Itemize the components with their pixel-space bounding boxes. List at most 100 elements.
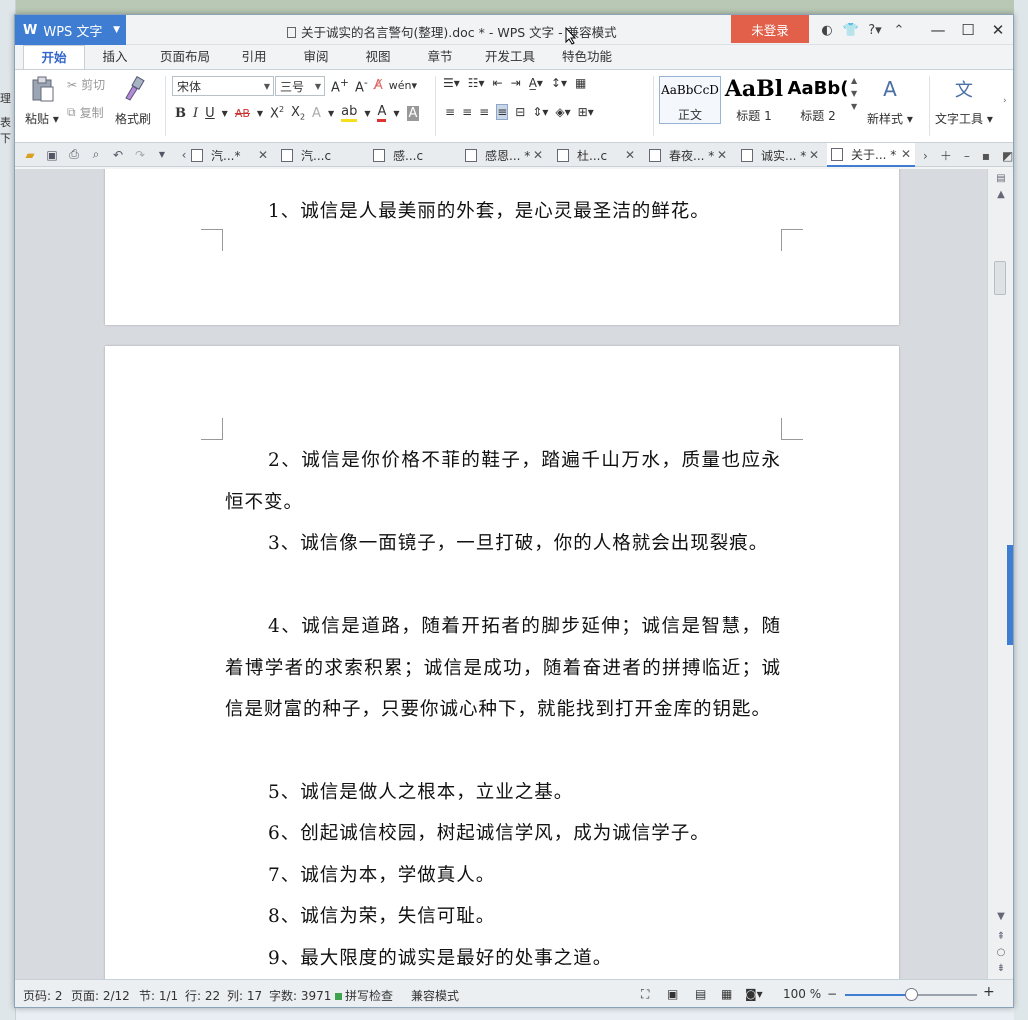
table-grid-icon[interactable]: ▦: [575, 76, 586, 90]
line-spacing-icon[interactable]: ⇕▾: [532, 105, 548, 119]
zoom-level[interactable]: 100 %: [783, 987, 821, 1001]
paragraph[interactable]: 1、诚信是人最美丽的外套，是心灵最圣洁的鲜花。: [225, 191, 781, 233]
scroll-down-icon[interactable]: ▼: [988, 911, 1013, 922]
scroll-up-icon[interactable]: ▲: [988, 189, 1013, 200]
page[interactable]: 2、诚信是你价格不菲的鞋子，踏遍千山万水，质量也应永恒不变。 3、诚信像一面镜子…: [105, 346, 899, 981]
print-preview-icon[interactable]: ⌕: [87, 147, 105, 162]
page-view-icon[interactable]: ▣: [667, 987, 678, 1001]
doc-tab-active[interactable]: 关于... * ✕: [827, 143, 915, 167]
superscript-icon[interactable]: X2: [270, 105, 284, 121]
minimize-button[interactable]: —: [923, 15, 953, 45]
italic-icon[interactable]: I: [193, 106, 198, 121]
paragraph[interactable]: 8、诚信为荣，失信可耻。: [225, 896, 781, 938]
shrink-font-icon[interactable]: A-: [355, 76, 368, 95]
font-name-select[interactable]: 宋体 ▼: [172, 76, 274, 96]
maximize-button[interactable]: ☐: [953, 15, 983, 45]
outline-view-icon[interactable]: ▤: [695, 987, 706, 1001]
align-left-icon[interactable]: ≡: [445, 105, 455, 119]
doc-tab[interactable]: 感...c: [373, 143, 423, 167]
side-panel-handle[interactable]: [1007, 545, 1013, 645]
doc-tab[interactable]: 杜...c ✕: [557, 143, 635, 167]
numbered-list-icon[interactable]: ☷▾: [468, 76, 485, 90]
bold-icon[interactable]: B: [175, 106, 186, 121]
subscript-icon[interactable]: X2: [291, 105, 305, 122]
doc-tab[interactable]: 汽...* ✕: [191, 143, 268, 167]
font-color-icon[interactable]: A: [377, 104, 387, 122]
split-view-icon[interactable]: ▤: [988, 173, 1013, 184]
text-effect-icon[interactable]: A: [312, 106, 321, 121]
previous-page-icon[interactable]: ⇞: [988, 931, 1013, 942]
page[interactable]: 1、诚信是人最美丽的外套，是心灵最圣洁的鲜花。: [105, 169, 899, 325]
collapse-ribbon-icon[interactable]: ⌃: [887, 23, 911, 38]
style-heading1[interactable]: AaBl 标题 1: [723, 76, 785, 124]
paragraph[interactable]: 3、诚信像一面镜子，一旦打破，你的人格就会出现裂痕。: [225, 523, 781, 565]
paragraph[interactable]: 9、最大限度的诚实是最好的处事之道。: [225, 938, 781, 980]
tab-chapter[interactable]: 章节: [407, 45, 473, 69]
doc-tab[interactable]: 诚实... * ✕: [741, 143, 819, 167]
paragraph[interactable]: 7、诚信为本，学做真人。: [225, 855, 781, 897]
next-page-icon[interactable]: ⇟: [988, 963, 1013, 974]
chevron-up-icon[interactable]: ▲: [851, 76, 857, 85]
full-screen-icon[interactable]: ⛶: [641, 987, 649, 1002]
new-style-button[interactable]: A 新样式 ▾: [867, 76, 913, 127]
bullet-list-icon[interactable]: ☰▾: [443, 76, 460, 90]
more-icon[interactable]: ▼: [851, 102, 857, 111]
tab-page-layout[interactable]: 页面布局: [145, 45, 225, 69]
tab-developer[interactable]: 开发工具: [473, 45, 547, 69]
chevron-down-icon[interactable]: ▼: [364, 109, 370, 118]
quick-access-dropdown-icon[interactable]: ▼: [153, 150, 171, 159]
zoom-in-icon[interactable]: +: [983, 984, 995, 1000]
chevron-down-icon[interactable]: ▼: [222, 109, 228, 118]
minimize-tab-icon[interactable]: –: [964, 149, 970, 163]
close-icon[interactable]: ✕: [258, 148, 268, 162]
text-direction-icon[interactable]: A̲▾: [529, 76, 543, 90]
new-tab-icon[interactable]: ＋: [940, 147, 952, 164]
paragraph[interactable]: 5、诚信是做人之根本，立业之基。: [225, 772, 781, 814]
open-folder-icon[interactable]: ▰: [21, 148, 39, 162]
grow-font-icon[interactable]: A+: [331, 76, 349, 95]
document-canvas[interactable]: 1、诚信是人最美丽的外套，是心灵最圣洁的鲜花。 2、诚信是你价格不菲的鞋子，踏遍…: [15, 169, 987, 981]
close-icon[interactable]: ✕: [533, 148, 543, 162]
clear-format-icon[interactable]: A̸: [374, 78, 383, 93]
tab-review[interactable]: 审阅: [283, 45, 349, 69]
format-painter-button[interactable]: 格式刷: [115, 76, 151, 127]
decrease-indent-icon[interactable]: ⇤: [493, 76, 503, 90]
chevron-down-icon[interactable]: ▼: [393, 109, 399, 118]
shirt-icon[interactable]: 👕: [839, 23, 863, 38]
spell-check-toggle[interactable]: 拼写检查: [335, 987, 393, 1004]
text-tools-button[interactable]: 文 文字工具 ▾: [935, 76, 993, 127]
status-word-count[interactable]: 字数: 3971: [269, 987, 331, 1004]
paragraph[interactable]: 4、诚信是道路，随着开拓者的脚步延伸；诚信是智慧，随着博学者的求索积累；诚信是成…: [225, 606, 781, 731]
paste-button[interactable]: 粘贴 ▾: [25, 76, 59, 127]
print-icon[interactable]: ⎙: [65, 147, 83, 162]
align-center-icon[interactable]: ≡: [462, 105, 472, 119]
shading-icon[interactable]: ◈▾: [555, 105, 570, 119]
reading-view-icon[interactable]: ◙▾: [745, 987, 763, 1001]
wps-app-menu-button[interactable]: W WPS 文字 ▼: [15, 15, 126, 45]
redo-icon[interactable]: ↷: [131, 148, 149, 162]
close-icon[interactable]: ✕: [625, 148, 635, 162]
zoom-out-icon[interactable]: −: [827, 987, 837, 1001]
pinyin-icon[interactable]: wén▾: [389, 79, 417, 92]
tab-home[interactable]: 开始: [23, 45, 85, 69]
chevron-down-icon[interactable]: ▼: [851, 89, 857, 98]
undo-icon[interactable]: ↶: [109, 148, 127, 162]
distributed-icon[interactable]: ⊟: [515, 105, 525, 119]
web-view-icon[interactable]: ▦: [721, 987, 732, 1001]
save-icon[interactable]: ▣: [43, 148, 61, 162]
ribbon-scroll-right-icon[interactable]: ›: [1003, 96, 1007, 106]
tab-menu-icon[interactable]: ◩: [1002, 149, 1013, 163]
scroll-thumb[interactable]: [994, 261, 1006, 295]
close-icon[interactable]: ✕: [901, 147, 911, 161]
tab-references[interactable]: 引用: [225, 45, 283, 69]
select-browse-object-icon[interactable]: ○: [988, 947, 1013, 958]
font-size-select[interactable]: 三号 ▼: [275, 76, 325, 96]
sort-icon[interactable]: ↕▾: [551, 76, 567, 90]
char-shading-icon[interactable]: A: [406, 105, 420, 121]
justify-icon[interactable]: ≡: [496, 104, 509, 120]
doc-tab[interactable]: 春夜... * ✕: [649, 143, 727, 167]
highlight-icon[interactable]: ab: [341, 104, 358, 122]
login-button[interactable]: 未登录: [731, 15, 809, 43]
underline-icon[interactable]: U: [205, 106, 215, 121]
doc-tab[interactable]: 汽...c: [281, 143, 331, 167]
